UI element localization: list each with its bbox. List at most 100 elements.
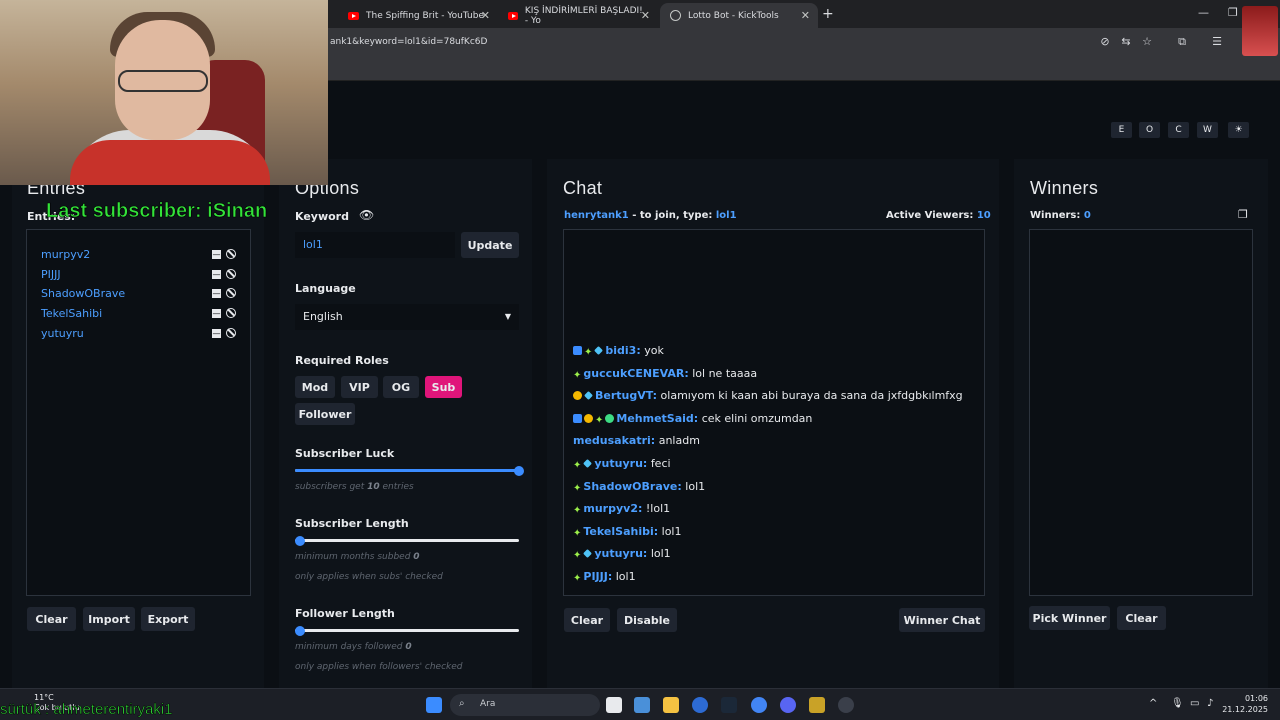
close-icon[interactable]: ✕ <box>641 9 650 22</box>
sub-badge-icon: ✦ <box>573 482 582 494</box>
entry-name[interactable]: murpyv2 <box>41 248 90 261</box>
role-og-button[interactable]: OG <box>383 376 419 398</box>
follower-length-slider[interactable] <box>295 626 305 636</box>
calculator-icon[interactable] <box>634 697 650 713</box>
start-icon[interactable] <box>426 697 442 713</box>
maximize-icon[interactable]: ❐ <box>1228 6 1238 19</box>
entries-import-button[interactable]: Import <box>83 607 135 631</box>
ban-icon[interactable] <box>226 249 236 259</box>
subscriber-length-note: only applies when subs' checked <box>295 572 443 582</box>
new-tab-icon[interactable]: + <box>822 6 834 22</box>
chat-message: ✦ bidi3: yok <box>573 344 664 358</box>
language-select[interactable]: English ▼ <box>295 304 519 330</box>
chrome-icon[interactable] <box>751 697 767 713</box>
camera-off-icon[interactable]: ⊘ <box>1098 35 1112 49</box>
network-icon[interactable]: ▭ <box>1190 698 1199 709</box>
file-explorer-icon[interactable] <box>663 697 679 713</box>
system-clock[interactable]: 01:06 21.12.2025 <box>1222 693 1268 715</box>
chat-username[interactable]: BertugVT: <box>595 389 657 402</box>
chat-message: ✦ MehmetSaid: cek elini omzumdan <box>573 412 812 426</box>
remove-entry-icon[interactable]: — <box>212 309 221 319</box>
volume-icon[interactable]: ♪ <box>1207 698 1213 709</box>
remove-entry-icon[interactable]: — <box>212 289 221 299</box>
winners-clear-button[interactable]: Clear <box>1117 606 1166 630</box>
chat-username[interactable]: yutuyru: <box>594 457 647 470</box>
entry-name[interactable]: yutuyru <box>41 327 84 340</box>
microphone-icon[interactable]: 🎙 <box>1171 698 1184 709</box>
sub-badge-icon: ✦ <box>573 460 582 471</box>
chevron-up-icon[interactable]: ^ <box>1149 698 1157 709</box>
theme-button-e[interactable]: E <box>1111 122 1132 138</box>
remove-entry-icon[interactable]: — <box>212 250 221 259</box>
role-sub-button[interactable]: Sub <box>425 376 462 398</box>
eye-icon[interactable]: 👁 <box>359 208 374 222</box>
tab-lotto-bot[interactable]: Lotto Bot - KickTools ✕ <box>660 3 818 28</box>
role-vip-button[interactable]: VIP <box>341 376 378 398</box>
theme-button-o[interactable]: O <box>1139 122 1160 138</box>
keyword-input[interactable]: lol1 <box>295 232 455 258</box>
chat-text: lol1 <box>615 570 636 583</box>
menu-icon[interactable]: ☰ <box>1210 35 1224 49</box>
close-icon[interactable]: ✕ <box>801 9 810 22</box>
subscriber-luck-slider[interactable] <box>514 466 524 476</box>
active-viewers-label: Active Viewers: <box>886 210 974 221</box>
discord-icon[interactable] <box>780 697 796 713</box>
chat-username[interactable]: yutuyru: <box>594 547 647 560</box>
update-button[interactable]: Update <box>461 232 519 258</box>
ban-icon[interactable] <box>226 268 236 279</box>
chat-username[interactable]: medusakatri: <box>573 434 655 447</box>
chat-username[interactable]: PIJJJ: <box>583 570 612 583</box>
chat-message: medusakatri: anladm <box>573 434 700 447</box>
profile-avatar[interactable] <box>1242 6 1278 56</box>
chat-username[interactable]: murpyv2: <box>583 502 642 515</box>
app-icon[interactable] <box>692 697 708 713</box>
role-mod-button[interactable]: Mod <box>295 376 335 398</box>
chat-text: feci <box>650 457 671 470</box>
taskbar-search[interactable]: ⌕ Ara <box>450 694 600 716</box>
subscriber-length-slider[interactable] <box>295 536 305 546</box>
tab-kis-indirimleri[interactable]: KIŞ İNDİRİMLERİ BAŞLADI! - Yo ✕ <box>498 3 658 28</box>
chat-disable-button[interactable]: Disable <box>617 608 677 632</box>
theme-button-c[interactable]: C <box>1168 122 1189 138</box>
required-roles-label: Required Roles <box>295 354 389 367</box>
theme-toggle-sun-icon[interactable]: ☀ <box>1228 122 1249 138</box>
pick-winner-button[interactable]: Pick Winner <box>1029 606 1110 630</box>
extensions-icon[interactable]: ⧉ <box>1175 35 1189 49</box>
minimize-icon[interactable]: — <box>1198 6 1209 19</box>
chat-username[interactable]: TekelSahibi: <box>583 525 658 538</box>
chat-message: ✦ yutuyru: lol1 <box>573 547 671 561</box>
entries-export-button[interactable]: Export <box>141 607 195 631</box>
chat-text: lol1 <box>661 524 682 538</box>
league-icon[interactable] <box>809 697 825 713</box>
ban-icon[interactable] <box>226 327 236 338</box>
remove-entry-icon[interactable]: — <box>212 328 221 338</box>
chat-username[interactable]: ShadowOBrave: <box>583 480 681 493</box>
tab-title: The Spiffing Brit - YouTube <box>366 10 484 21</box>
chat-username[interactable]: guccukCENEVAR: <box>583 367 688 380</box>
follower-length-label: Follower Length <box>295 607 395 620</box>
translate-icon[interactable]: ⇆ <box>1119 35 1133 49</box>
entries-clear-button[interactable]: Clear <box>27 607 76 631</box>
url-field[interactable]: ank1&keyword=lol1&id=78ufKc6D <box>330 37 487 47</box>
subscriber-luck-hint: subscribers get 10 entries <box>295 482 414 492</box>
theme-button-w[interactable]: W <box>1197 122 1218 138</box>
copy-icon[interactable]: ❐ <box>1238 208 1248 221</box>
entry-name[interactable]: ShadowOBrave <box>41 287 125 300</box>
steam-icon[interactable] <box>721 697 737 713</box>
chat-clear-button[interactable]: Clear <box>564 608 610 632</box>
tab-spiffing-brit[interactable]: The Spiffing Brit - YouTube ✕ <box>338 3 498 28</box>
winner-chat-button[interactable]: Winner Chat <box>899 608 985 632</box>
obs-icon[interactable] <box>838 697 854 713</box>
chat-text: lol ne taaaa <box>692 366 758 380</box>
remove-entry-icon[interactable]: — <box>212 269 221 279</box>
chat-username[interactable]: bidi3: <box>605 344 640 357</box>
entry-name[interactable]: TekelSahibi <box>41 307 102 320</box>
close-icon[interactable]: ✕ <box>481 9 490 22</box>
task-view-icon[interactable] <box>606 697 622 713</box>
follower-ticker-overlay: sürtük : ahmeterentiryaki1 <box>0 701 173 719</box>
role-follower-button[interactable]: Follower <box>295 403 355 425</box>
entry-name[interactable]: PIJJJ <box>41 268 61 281</box>
streamer-name[interactable]: henrytank1 <box>564 210 629 221</box>
chat-username[interactable]: MehmetSaid: <box>616 412 698 425</box>
star-icon[interactable]: ☆ <box>1140 35 1154 49</box>
